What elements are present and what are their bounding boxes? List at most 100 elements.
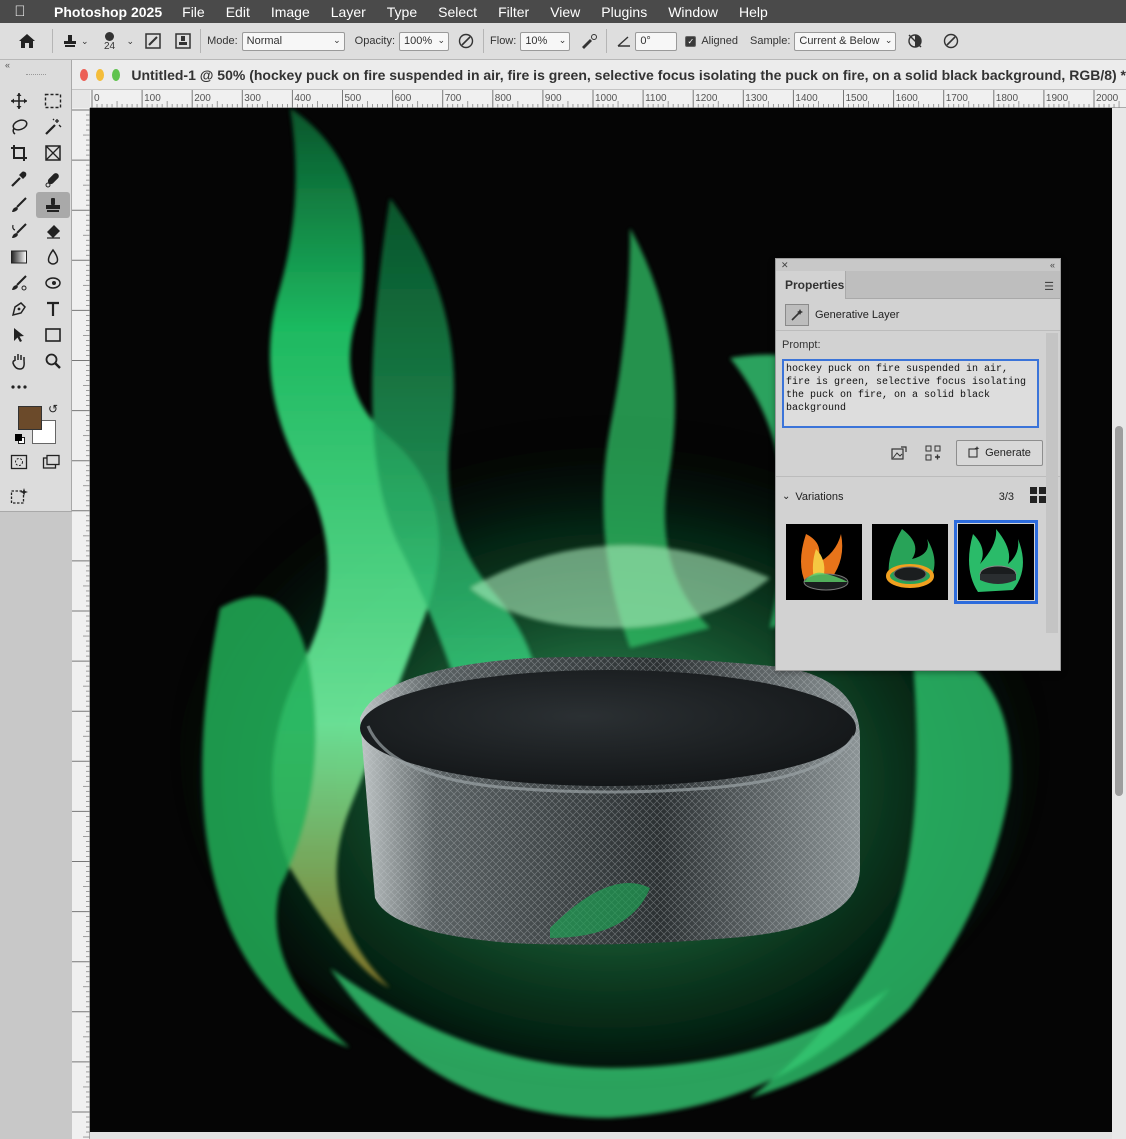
menu-plugins[interactable]: Plugins xyxy=(601,4,647,20)
airbrush-icon[interactable] xyxy=(578,30,600,52)
spot-healing-brush-tool-icon[interactable] xyxy=(36,166,70,192)
history-brush-tool-icon[interactable] xyxy=(2,218,36,244)
close-window-button[interactable] xyxy=(80,68,89,81)
ignore-adjustment-layers-icon[interactable] xyxy=(904,30,926,52)
variations-header: ⌄ Variations 3/3 xyxy=(776,476,1060,506)
swap-colors-icon[interactable]: ↺ xyxy=(48,402,58,416)
brush-size-picker[interactable]: 24 xyxy=(97,30,123,52)
aligned-checkbox[interactable]: ✓ xyxy=(685,35,697,47)
tab-properties[interactable]: Properties xyxy=(776,271,846,299)
toolbox-grip[interactable] xyxy=(25,74,46,84)
reference-image-icon[interactable] xyxy=(888,442,910,464)
close-panel-icon[interactable]: ✕ xyxy=(781,259,789,271)
preset-chevron-down-icon[interactable]: ⌄ xyxy=(81,36,89,47)
clone-source-panel-icon[interactable] xyxy=(172,30,194,52)
crop-tool-icon[interactable] xyxy=(2,140,36,166)
menu-type[interactable]: Type xyxy=(387,4,417,20)
ruler-label: 300 xyxy=(244,93,261,104)
ruler-label: 500 xyxy=(345,93,362,104)
menu-file[interactable]: File xyxy=(182,4,205,20)
dodge-tool-icon[interactable] xyxy=(2,270,36,296)
opacity-label: Opacity: xyxy=(354,35,396,47)
brush-tool-icon[interactable] xyxy=(2,192,36,218)
frame-tool-icon[interactable] xyxy=(36,140,70,166)
gradient-tool-icon[interactable] xyxy=(2,244,36,270)
horizontal-ruler[interactable]: 0 100 200 300 400 500 600 700 800 900 1000 1100 1200… xyxy=(90,90,1126,108)
screen-mode-icon[interactable] xyxy=(42,454,60,473)
hand-tool-icon[interactable] xyxy=(2,348,36,374)
apple-menu-icon[interactable]:  xyxy=(0,3,40,20)
foreground-color-swatch[interactable] xyxy=(18,406,42,430)
grid-view-icon[interactable] xyxy=(1030,487,1046,506)
variation-thumbnail-3-selected[interactable] xyxy=(954,520,1038,604)
clone-stamp-tool-icon[interactable] xyxy=(36,192,70,218)
app-name-menu[interactable]: Photoshop 2025 xyxy=(54,4,162,20)
panel-scrollbar[interactable] xyxy=(1046,333,1058,633)
pressure-size-icon[interactable] xyxy=(940,30,962,52)
collapse-toolbox-icon[interactable]: « xyxy=(0,60,71,70)
brush-chevron-down-icon[interactable]: ⌄ xyxy=(127,36,135,47)
prompt-label: Prompt: xyxy=(782,339,821,351)
variations-count: 3/3 xyxy=(998,490,1014,503)
vertical-scrollbar-thumb[interactable] xyxy=(1115,426,1123,796)
menu-help[interactable]: Help xyxy=(739,4,768,20)
document-title: Untitled-1 @ 50% (hockey puck on fire su… xyxy=(131,66,1126,83)
move-tool-icon[interactable] xyxy=(2,88,36,114)
pressure-opacity-icon[interactable] xyxy=(455,30,477,52)
angle-field[interactable]: 0° xyxy=(635,31,678,51)
pen-tool-icon[interactable] xyxy=(2,296,36,322)
collapse-panel-icon[interactable]: « xyxy=(1050,259,1055,271)
magic-wand-tool-icon[interactable] xyxy=(36,114,70,140)
menu-filter[interactable]: Filter xyxy=(498,4,529,20)
more-tools-icon[interactable] xyxy=(2,374,36,400)
variations-toggle-icon[interactable]: ⌄ xyxy=(782,491,790,502)
lasso-tool-icon[interactable] xyxy=(2,114,36,140)
panel-menu-icon[interactable]: ☰ xyxy=(1044,280,1054,293)
menu-window[interactable]: Window xyxy=(668,4,718,20)
brush-size-value: 24 xyxy=(103,41,116,52)
type-tool-icon[interactable] xyxy=(36,296,70,322)
home-icon[interactable] xyxy=(16,30,38,52)
aligned-label: Aligned xyxy=(701,35,739,47)
ruler-ticks: 0 100 200 300 400 500 600 700 800 900 1000 1100 1200… xyxy=(91,90,1120,108)
angle-value: 0° xyxy=(640,35,651,47)
default-colors-icon[interactable] xyxy=(15,434,25,444)
menu-select[interactable]: Select xyxy=(438,4,477,20)
eraser-tool-icon[interactable] xyxy=(36,218,70,244)
quick-mask-icon[interactable] xyxy=(10,454,28,473)
menu-image[interactable]: Image xyxy=(271,4,310,20)
brush-settings-icon[interactable] xyxy=(142,30,164,52)
mode-select[interactable]: Normal ⌄ xyxy=(241,31,345,51)
toolbox: « ↺ xyxy=(0,60,72,512)
ruler-label: 0 xyxy=(94,93,100,104)
blur-tool-icon[interactable] xyxy=(36,244,70,270)
variation-thumbnail-1[interactable] xyxy=(786,524,862,600)
generative-fill-icon[interactable] xyxy=(10,488,30,508)
rectangle-tool-icon[interactable] xyxy=(36,322,70,348)
separator xyxy=(200,29,202,53)
smudge-tool-icon[interactable] xyxy=(36,270,70,296)
menu-bar:  Photoshop 2025 File Edit Image Layer T… xyxy=(0,0,1126,23)
eyedropper-tool-icon[interactable] xyxy=(2,166,36,192)
opacity-field[interactable]: 100% ⌄ xyxy=(399,31,450,51)
path-selection-tool-icon[interactable] xyxy=(2,322,36,348)
vertical-ruler[interactable] xyxy=(72,108,90,1139)
menu-edit[interactable]: Edit xyxy=(226,4,250,20)
zoom-tool-icon[interactable] xyxy=(36,348,70,374)
rectangular-marquee-tool-icon[interactable] xyxy=(36,88,70,114)
separator xyxy=(606,29,608,53)
flow-field[interactable]: 10% ⌄ xyxy=(520,31,571,51)
separator xyxy=(52,29,53,53)
vertical-scrollbar[interactable] xyxy=(1112,108,1126,1139)
sample-select[interactable]: Current & Below ⌄ xyxy=(794,31,897,51)
prompt-textarea[interactable]: hockey puck on fire suspended in air, fi… xyxy=(782,359,1039,428)
zoom-window-button[interactable] xyxy=(112,68,121,81)
generate-button[interactable]: Generate xyxy=(956,440,1043,466)
generate-similar-icon[interactable] xyxy=(922,442,944,464)
minimize-window-button[interactable] xyxy=(96,68,105,81)
chevron-down-icon: ⌄ xyxy=(333,34,341,45)
menu-layer[interactable]: Layer xyxy=(331,4,366,20)
clone-stamp-tool-preset-icon[interactable] xyxy=(59,30,81,52)
variation-thumbnail-2[interactable] xyxy=(872,524,948,600)
menu-view[interactable]: View xyxy=(550,4,580,20)
